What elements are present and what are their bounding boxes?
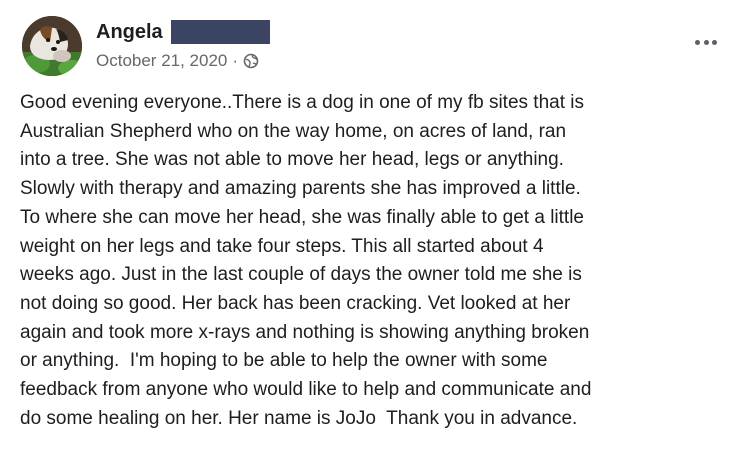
post-text-line: not doing so good. Her back has been cra… <box>20 292 571 314</box>
post-text-line: Slowly with therapy and amazing parents … <box>20 178 581 200</box>
avatar[interactable] <box>22 16 82 76</box>
author-name[interactable]: Angela <box>96 20 163 44</box>
post-body: Good evening everyone..There is a dog in… <box>20 89 735 433</box>
redaction-bar <box>170 20 270 44</box>
globe-icon[interactable] <box>243 53 259 69</box>
post-text-line: do some healing on her. Her name is JoJo… <box>20 407 578 429</box>
post-text-line: or anything. I'm hoping to be able to he… <box>20 350 548 372</box>
post-text-line: weeks ago. Just in the last couple of da… <box>20 264 582 286</box>
ellipsis-dot <box>703 39 709 45</box>
post-text-line: Good evening everyone..There is a dog in… <box>20 92 584 113</box>
post-text-line: again and took more x-rays and nothing i… <box>20 321 590 343</box>
meta-separator: · <box>232 51 239 70</box>
dog-photo-icon <box>22 16 82 76</box>
post-text-line: weight on her legs and take four steps. … <box>20 235 544 257</box>
more-options-button[interactable] <box>695 36 717 48</box>
post-meta: October 21, 2020 · <box>96 51 259 71</box>
post-text-line: feedback from anyone who would like to h… <box>20 379 592 401</box>
post-text-line: Australian Shepherd who on the way home,… <box>20 120 567 142</box>
ellipsis-dot <box>712 39 717 45</box>
post-text-line: into a tree. She was not able to move he… <box>20 149 564 171</box>
ellipsis-dot <box>695 39 700 45</box>
author-row: Angela <box>96 19 270 45</box>
post-text-line: To where she can move her head, she was … <box>20 206 584 228</box>
post-date[interactable]: October 21, 2020 <box>96 51 227 71</box>
facebook-post: Angela October 21, 2020 · Good evening e… <box>0 0 750 455</box>
